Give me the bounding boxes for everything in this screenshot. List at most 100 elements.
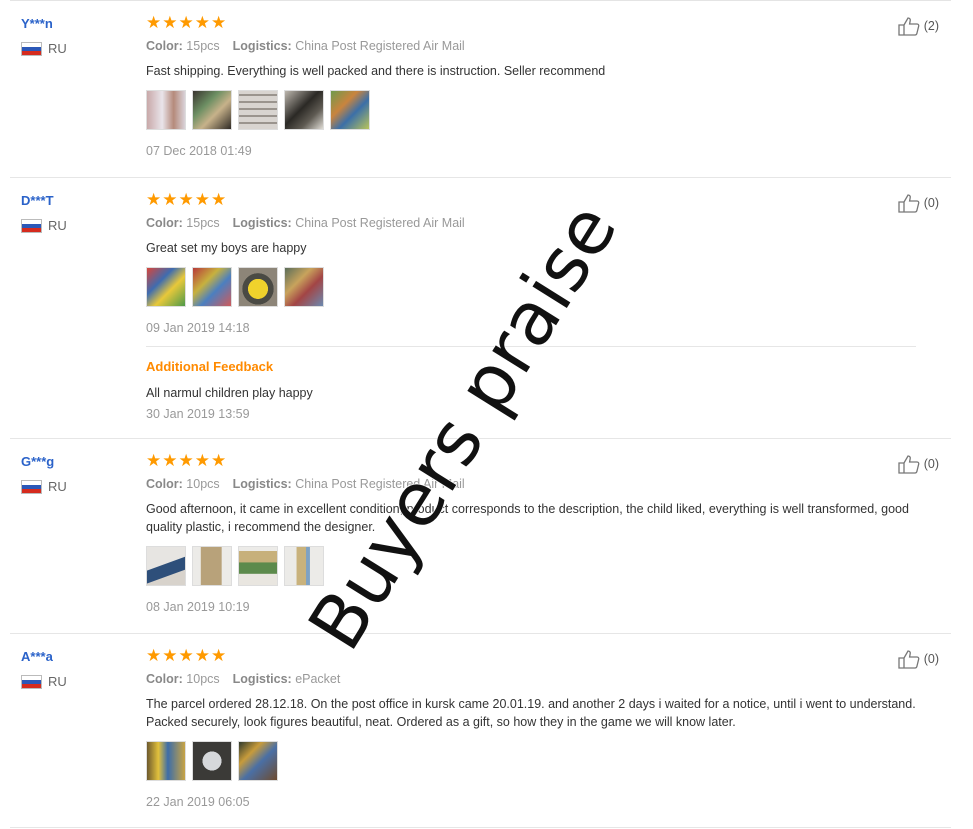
- color-label: Color:: [146, 672, 183, 686]
- star-icon: ★: [162, 451, 178, 470]
- star-icon: ★: [146, 190, 162, 209]
- star-icon: ★: [211, 451, 227, 470]
- color-label: Color:: [146, 216, 183, 230]
- review-photo[interactable]: [146, 90, 186, 130]
- additional-divider: [146, 346, 916, 347]
- russia-flag-icon: [21, 218, 42, 233]
- order-info: Color: 10pcs Logistics: China Post Regist…: [146, 477, 916, 491]
- logistics-value: China Post Registered Air Mail: [295, 216, 465, 230]
- review-photo[interactable]: [192, 267, 232, 307]
- review-body: ★ ★ ★ ★ ★ Color: 10pcs Logistics: ePacket The…: [146, 647, 916, 809]
- color-label: Color:: [146, 39, 183, 53]
- star-icon: ★: [146, 13, 162, 32]
- star-icon: ★: [162, 190, 178, 209]
- star-icon: ★: [178, 13, 194, 32]
- star-icon: ★: [211, 190, 227, 209]
- reviewer-country: RU: [21, 218, 67, 233]
- reviewer-country: RU: [21, 41, 67, 56]
- logistics-label: Logistics:: [232, 477, 292, 491]
- reviewer-country: RU: [21, 479, 67, 494]
- star-rating: ★ ★ ★ ★ ★: [146, 14, 916, 32]
- star-icon: ★: [162, 13, 178, 32]
- country-code: RU: [48, 479, 67, 494]
- star-icon: ★: [162, 646, 178, 665]
- review-body: ★ ★ ★ ★ ★ Color: 15pcs Logistics: China Post …: [146, 14, 916, 158]
- review-item: A***a RU ★ ★ ★ ★ ★ Color: 10pcs Logistics: eP…: [10, 633, 951, 828]
- logistics-label: Logistics:: [232, 672, 292, 686]
- thumbs-up-icon: [898, 194, 920, 213]
- logistics-label: Logistics:: [232, 39, 292, 53]
- review-photo[interactable]: [238, 90, 278, 130]
- star-icon: ★: [146, 451, 162, 470]
- thumbs-up-icon: [898, 455, 920, 474]
- helpful-button[interactable]: (0): [897, 193, 939, 213]
- color-value: 15pcs: [186, 39, 220, 53]
- helpful-button[interactable]: (2): [897, 16, 939, 36]
- thumbs-up-icon: [898, 650, 920, 669]
- review-photo[interactable]: [192, 741, 232, 781]
- star-icon: ★: [178, 451, 194, 470]
- star-icon: ★: [194, 190, 210, 209]
- review-date: 09 Jan 2019 14:18: [146, 321, 250, 335]
- review-item: D***T RU ★ ★ ★ ★ ★ Color: 15pcs Logistics: Ch…: [10, 177, 951, 439]
- star-icon: ★: [211, 646, 227, 665]
- logistics-value: China Post Registered Air Mail: [295, 39, 465, 53]
- reviewer-name[interactable]: Y***n: [21, 16, 53, 31]
- helpful-button[interactable]: (0): [897, 454, 939, 474]
- review-photo[interactable]: [146, 267, 186, 307]
- review-date: 22 Jan 2019 06:05: [146, 795, 250, 809]
- order-info: Color: 15pcs Logistics: China Post Regist…: [146, 216, 916, 230]
- star-rating: ★ ★ ★ ★ ★: [146, 647, 916, 665]
- review-photos: [146, 546, 916, 586]
- review-photo[interactable]: [284, 267, 324, 307]
- review-text: Great set my boys are happy: [146, 241, 307, 255]
- review-photo[interactable]: [192, 90, 232, 130]
- review-date: 07 Dec 2018 01:49: [146, 144, 252, 158]
- review-item: Y***n RU ★ ★ ★ ★ ★ Color: 15pcs Logistics: Ch…: [10, 0, 951, 178]
- helpful-count: (0): [923, 652, 939, 666]
- order-info: Color: 15pcs Logistics: China Post Regist…: [146, 39, 916, 53]
- star-rating: ★ ★ ★ ★ ★: [146, 191, 916, 209]
- logistics-value: ePacket: [295, 672, 341, 686]
- additional-feedback-date: 30 Jan 2019 13:59: [146, 407, 250, 421]
- russia-flag-icon: [21, 41, 42, 56]
- star-icon: ★: [178, 190, 194, 209]
- reviewer-name[interactable]: A***a: [21, 649, 53, 664]
- review-photos: [146, 741, 916, 781]
- country-code: RU: [48, 218, 67, 233]
- star-icon: ★: [146, 646, 162, 665]
- review-photo[interactable]: [192, 546, 232, 586]
- logistics-value: China Post Registered Air Mail: [295, 477, 465, 491]
- star-icon: ★: [211, 13, 227, 32]
- thumbs-up-icon: [898, 17, 920, 36]
- review-text: The parcel ordered 28.12.18. On the post…: [146, 697, 916, 729]
- reviewer-name[interactable]: G***g: [21, 454, 54, 469]
- helpful-button[interactable]: (0): [897, 649, 939, 669]
- star-icon: ★: [194, 646, 210, 665]
- reviewer-name[interactable]: D***T: [21, 193, 54, 208]
- star-icon: ★: [194, 451, 210, 470]
- review-photos: [146, 90, 916, 130]
- review-photo[interactable]: [238, 546, 278, 586]
- color-value: 10pcs: [186, 477, 220, 491]
- color-value: 15pcs: [186, 216, 220, 230]
- review-photo[interactable]: [330, 90, 370, 130]
- helpful-count: (0): [923, 196, 939, 210]
- additional-feedback-title: Additional Feedback: [146, 359, 274, 374]
- review-text: Good afternoon, it came in excellent con…: [146, 502, 909, 534]
- order-info: Color: 10pcs Logistics: ePacket: [146, 672, 916, 686]
- review-photo[interactable]: [238, 741, 278, 781]
- star-rating: ★ ★ ★ ★ ★: [146, 452, 916, 470]
- review-body: ★ ★ ★ ★ ★ Color: 15pcs Logistics: China Post …: [146, 191, 916, 421]
- review-photo[interactable]: [146, 741, 186, 781]
- review-body: ★ ★ ★ ★ ★ Color: 10pcs Logistics: China Post …: [146, 452, 916, 614]
- country-code: RU: [48, 41, 67, 56]
- color-value: 10pcs: [186, 672, 220, 686]
- review-photo[interactable]: [238, 267, 278, 307]
- color-label: Color:: [146, 477, 183, 491]
- review-photo[interactable]: [284, 90, 324, 130]
- russia-flag-icon: [21, 479, 42, 494]
- review-photo[interactable]: [146, 546, 186, 586]
- review-item: G***g RU ★ ★ ★ ★ ★ Color: 10pcs Logistics: Ch…: [10, 438, 951, 634]
- review-photo[interactable]: [284, 546, 324, 586]
